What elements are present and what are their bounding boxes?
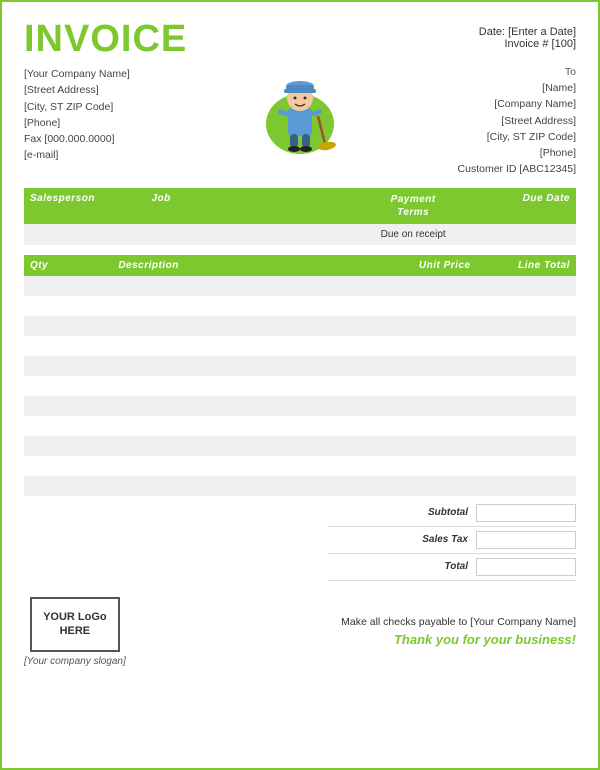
footer-slogan: [Your company slogan] xyxy=(24,656,126,667)
invoice-page: INVOICE Date: [Enter a Date] Invoice # [… xyxy=(0,0,600,770)
item-row xyxy=(24,456,576,476)
salesperson-row: Due on receipt xyxy=(24,224,576,245)
sender-fax: Fax [000.000.0000] xyxy=(24,131,130,147)
to-label: To xyxy=(458,66,576,78)
logo-box: YOUR LoGo HERE xyxy=(30,597,120,652)
invoice-line: Invoice # [100] xyxy=(479,38,576,50)
recipient-address: [Name] [Company Name] [Street Address] [… xyxy=(458,80,576,178)
totals-table: Subtotal Sales Tax Total xyxy=(328,500,576,581)
header-right: Date: [Enter a Date] Invoice # [100] xyxy=(479,26,576,50)
invoice-title: INVOICE xyxy=(24,20,187,58)
subtotal-row: Subtotal xyxy=(328,500,576,527)
line-total-col-header: Line Total xyxy=(477,255,576,276)
address-section: [Your Company Name] [Street Address] [Ci… xyxy=(24,66,576,178)
sender-email: [e-mail] xyxy=(24,147,130,163)
salesperson-table: Salesperson Job PaymentTerms Due Date Du… xyxy=(24,188,576,245)
invoice-label: Invoice # xyxy=(504,38,548,50)
item-row xyxy=(24,476,576,496)
total-label: Total xyxy=(328,561,476,572)
footer-thanks: Thank you for your business! xyxy=(341,632,576,647)
item-row xyxy=(24,376,576,396)
salesperson-header: Salesperson Job PaymentTerms Due Date xyxy=(24,188,576,224)
items-table: Qty Description Unit Price Line Total xyxy=(24,255,576,496)
qty-col-header: Qty xyxy=(24,255,112,276)
sender-company: [Your Company Name] xyxy=(24,66,130,82)
date-label: Date: xyxy=(479,26,505,38)
item-row xyxy=(24,356,576,376)
job-col-header: Job xyxy=(145,188,344,224)
items-header: Qty Description Unit Price Line Total xyxy=(24,255,576,276)
item-row xyxy=(24,396,576,416)
item-row xyxy=(24,316,576,336)
footer-payable: Make all checks payable to [Your Company… xyxy=(341,616,576,628)
item-row xyxy=(24,436,576,456)
totals-section: Subtotal Sales Tax Total xyxy=(24,500,576,581)
description-col-header: Description xyxy=(112,255,344,276)
recipient-company: [Company Name] xyxy=(458,96,576,112)
recipient-name: [Name] xyxy=(458,80,576,96)
payment-terms-value: Due on receipt xyxy=(344,224,482,245)
payment-terms-col-header: PaymentTerms xyxy=(344,188,482,224)
sales-tax-label: Sales Tax xyxy=(328,534,476,545)
center-illustration xyxy=(260,66,340,156)
item-row xyxy=(24,296,576,316)
recipient-customer-id: Customer ID [ABC12345] xyxy=(458,161,576,177)
sales-tax-value xyxy=(476,531,576,549)
total-value xyxy=(476,558,576,576)
footer-right: Make all checks payable to [Your Company… xyxy=(341,616,576,647)
total-row: Total xyxy=(328,554,576,581)
sales-tax-row: Sales Tax xyxy=(328,527,576,554)
recipient-block: To [Name] [Company Name] [Street Address… xyxy=(458,66,576,178)
sender-street: [Street Address] xyxy=(24,82,130,98)
invoice-value: [100] xyxy=(552,38,576,50)
job-value xyxy=(145,224,344,245)
sender-address: [Your Company Name] [Street Address] [Ci… xyxy=(24,66,130,164)
subtotal-label: Subtotal xyxy=(328,507,476,518)
due-date-value xyxy=(482,224,576,245)
date-line: Date: [Enter a Date] xyxy=(479,26,576,38)
sender-city: [City, ST ZIP Code] xyxy=(24,99,130,115)
item-row xyxy=(24,276,576,296)
header-row: INVOICE Date: [Enter a Date] Invoice # [… xyxy=(24,20,576,58)
item-row xyxy=(24,336,576,356)
item-row xyxy=(24,416,576,436)
cleaner-icon xyxy=(260,66,340,156)
recipient-phone: [Phone] xyxy=(458,145,576,161)
footer-left: YOUR LoGo HERE [Your company slogan] xyxy=(24,597,126,667)
salesperson-value xyxy=(24,224,145,245)
due-date-col-header: Due Date xyxy=(482,188,576,224)
footer-section: YOUR LoGo HERE [Your company slogan] Mak… xyxy=(24,597,576,667)
date-value: [Enter a Date] xyxy=(508,26,576,38)
salesperson-col-header: Salesperson xyxy=(24,188,145,224)
sender-phone: [Phone] xyxy=(24,115,130,131)
recipient-street: [Street Address] xyxy=(458,113,576,129)
unit-price-col-header: Unit Price xyxy=(344,255,476,276)
subtotal-value xyxy=(476,504,576,522)
recipient-city: [City, ST ZIP Code] xyxy=(458,129,576,145)
